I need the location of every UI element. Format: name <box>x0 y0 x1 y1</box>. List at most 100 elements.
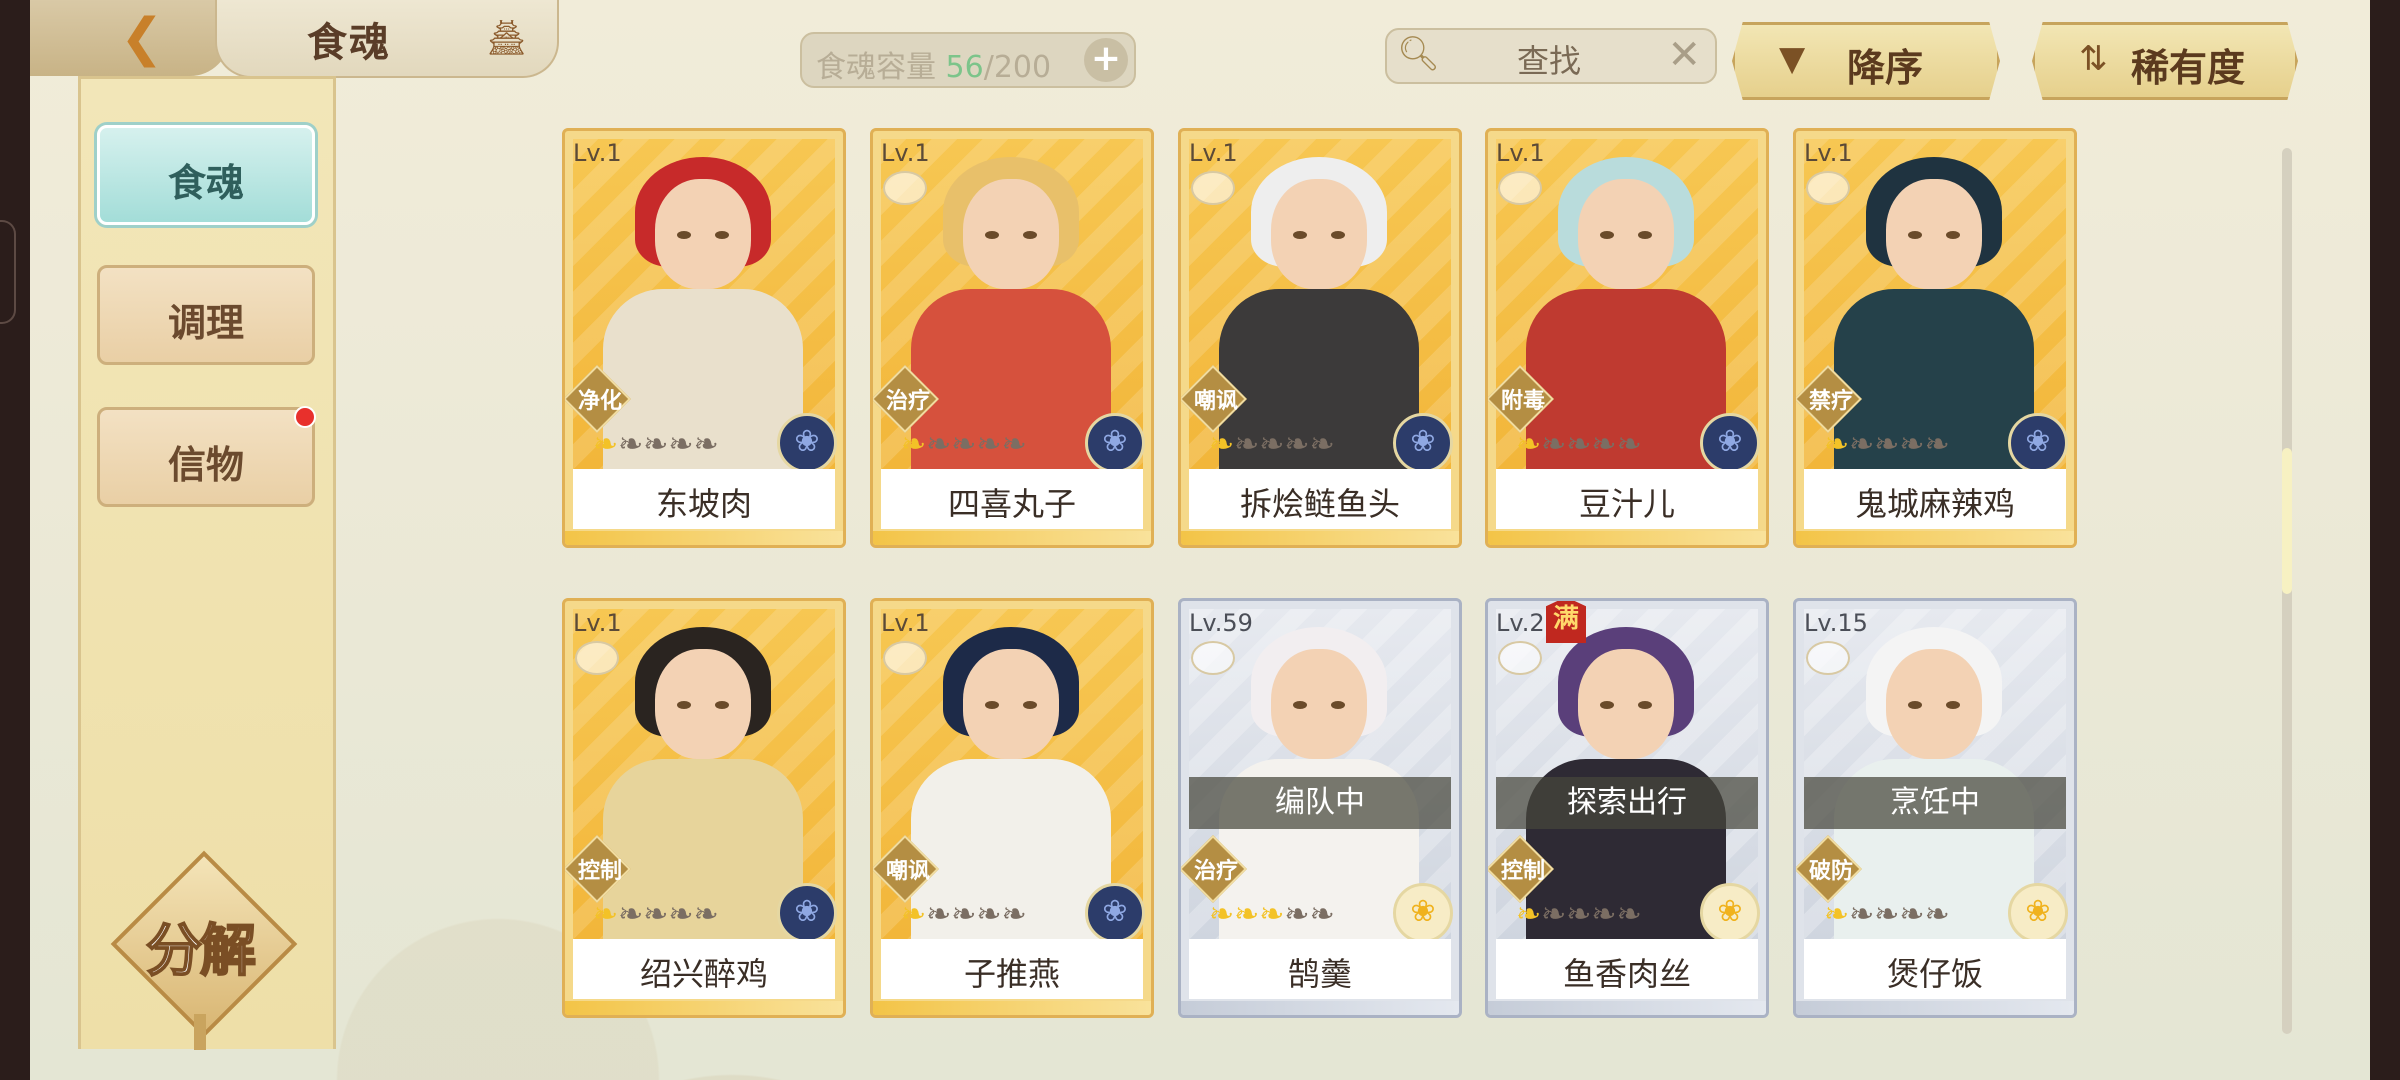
flame-star-filled-icon: ❧ <box>1234 897 1260 932</box>
pagoda-icon[interactable]: 🏯︎ <box>485 18 528 58</box>
nameplate: 东坡肉 <box>573 469 835 529</box>
search-icon: 🔍︎ <box>1397 34 1441 74</box>
role-badge: 控制 <box>1488 835 1554 903</box>
flame-star-filled-icon: ❧ <box>1516 897 1542 932</box>
nameplate: 拆烩鲢鱼头 <box>1189 469 1451 529</box>
flame-star-filled-icon: ❧ <box>1824 427 1850 462</box>
flame-star-empty-icon: ❧ <box>668 427 694 462</box>
food-soul-name: 四喜丸子 <box>947 485 1076 523</box>
sidebar-item-label: 食魂 <box>167 161 244 205</box>
nameplate: 子推燕 <box>881 939 1143 999</box>
flame-star-empty-icon: ❧ <box>1001 897 1027 932</box>
decompose-button[interactable]: 分解 <box>110 850 298 1050</box>
flame-star-empty-icon: ❧ <box>1309 427 1335 462</box>
pet-slot-icon <box>1498 171 1542 205</box>
nameplate: 鱼香肉丝 <box>1496 939 1758 999</box>
flame-star-empty-icon: ❧ <box>1541 427 1567 462</box>
star-rating: ❧❧❧❧❧ <box>1209 897 1335 932</box>
food-soul-card[interactable]: Lv.1 嘲讽 ❧❧❧❧❧ ❀ 拆烩鲢鱼头 <box>1178 128 1462 548</box>
search-placeholder: 查找 <box>1517 42 1582 80</box>
food-soul-card[interactable]: Lv.1 嘲讽 ❧❧❧❧❧ ❀ 子推燕 <box>870 598 1154 1018</box>
flame-star-empty-icon: ❧ <box>618 897 644 932</box>
flame-star-empty-icon: ❧ <box>643 427 669 462</box>
left-bezel <box>0 0 30 1080</box>
flame-star-empty-icon: ❧ <box>618 427 644 462</box>
sidebar-item-tokens[interactable]: 信物 <box>97 406 316 507</box>
flame-star-filled-icon: ❧ <box>593 427 619 462</box>
role-badge: 嘲讽 <box>1181 365 1247 433</box>
level-label: Lv.1 <box>881 609 930 637</box>
flame-star-empty-icon: ❧ <box>693 897 719 932</box>
sidebar-item-food-souls[interactable]: 食魂 <box>97 125 315 225</box>
add-capacity-button[interactable]: + <box>1084 38 1128 82</box>
element-emblem-icon: ❀ <box>2008 883 2068 943</box>
flame-star-empty-icon: ❧ <box>1591 897 1617 932</box>
flame-star-empty-icon: ❧ <box>1591 427 1617 462</box>
role-badge: 嘲讽 <box>873 835 939 903</box>
flame-star-empty-icon: ❧ <box>1309 897 1335 932</box>
pet-slot-icon <box>883 641 927 675</box>
sidebar-item-label: 信物 <box>167 443 244 487</box>
rarity-sort-label: 稀有度 <box>2131 46 2246 90</box>
food-soul-name: 东坡肉 <box>655 485 752 523</box>
sidebar-item-conditioning[interactable]: 调理 <box>97 265 315 365</box>
food-soul-card[interactable]: Lv.1 控制 ❧❧❧❧❧ ❀ 绍兴醉鸡 <box>562 598 846 1018</box>
flame-star-empty-icon: ❧ <box>1541 897 1567 932</box>
element-emblem-icon: ❀ <box>1393 883 1453 943</box>
star-rating: ❧❧❧❧❧ <box>901 427 1027 462</box>
pet-slot-icon <box>575 641 619 675</box>
star-rating: ❧❧❧❧❧ <box>593 897 719 932</box>
back-button[interactable]: ❮ <box>30 0 230 76</box>
notification-dot <box>294 406 316 428</box>
flame-star-filled-icon: ❧ <box>593 897 619 932</box>
flame-star-empty-icon: ❧ <box>1874 897 1900 932</box>
food-soul-name: 子推燕 <box>963 955 1060 993</box>
sidebar-item-label: 调理 <box>167 301 244 345</box>
food-soul-card[interactable]: Lv.20 满探索出行 控制 ❧❧❧❧❧ ❀ 鱼香肉丝 <box>1485 598 1769 1018</box>
role-badge: 破防 <box>1796 835 1862 903</box>
food-soul-card[interactable]: Lv.15 烹饪中 破防 ❧❧❧❧❧ ❀ 煲仔饭 <box>1793 598 2077 1018</box>
right-bezel <box>2370 0 2400 1080</box>
sort-order-button[interactable]: ▼ 降序 <box>1732 22 2000 100</box>
food-soul-name: 煲仔饭 <box>1886 955 1983 993</box>
flame-star-empty-icon: ❧ <box>1899 427 1925 462</box>
flame-star-filled-icon: ❧ <box>901 897 927 932</box>
food-soul-name: 拆烩鲢鱼头 <box>1239 485 1400 523</box>
food-soul-card[interactable]: Lv.1 治疗 ❧❧❧❧❧ ❀ 四喜丸子 <box>870 128 1154 548</box>
pet-slot-icon <box>883 171 927 205</box>
swap-icon: ⇅ <box>2079 39 2108 79</box>
status-banner: 编队中 <box>1189 777 1451 829</box>
star-rating: ❧❧❧❧❧ <box>901 897 1027 932</box>
food-soul-card[interactable]: Lv.1 禁疗 ❧❧❧❧❧ ❀ 鬼城麻辣鸡 <box>1793 128 2077 548</box>
star-rating: ❧❧❧❧❧ <box>1516 427 1642 462</box>
flame-star-filled-icon: ❧ <box>1259 897 1285 932</box>
star-rating: ❧❧❧❧❧ <box>1824 897 1950 932</box>
food-soul-card[interactable]: Lv.1 净化 ❧❧❧❧❧ ❀ 东坡肉 <box>562 128 846 548</box>
role-badge: 治疗 <box>873 365 939 433</box>
flame-star-empty-icon: ❧ <box>1616 427 1642 462</box>
rarity-sort-button[interactable]: ⇅ 稀有度 <box>2032 22 2298 100</box>
food-soul-card[interactable]: Lv.59 编队中 治疗 ❧❧❧❧❧ ❀ 鹄羹 <box>1178 598 1462 1018</box>
capacity-current: 56 <box>945 50 984 85</box>
element-emblem-icon: ❀ <box>1700 883 1760 943</box>
back-arrow-icon: ❮ <box>120 8 164 68</box>
page-title: 食魂 <box>307 20 391 66</box>
clear-icon[interactable]: ✕ <box>1667 32 1701 78</box>
flame-star-empty-icon: ❧ <box>1924 897 1950 932</box>
capacity-total: /200 <box>983 50 1052 85</box>
food-soul-name: 绍兴醉鸡 <box>639 955 768 993</box>
food-soul-name: 鬼城麻辣鸡 <box>1854 485 2015 523</box>
element-emblem-icon: ❀ <box>1700 413 1760 473</box>
nameplate: 绍兴醉鸡 <box>573 939 835 999</box>
food-soul-name: 鹄羹 <box>1287 955 1352 993</box>
scrollbar-thumb[interactable] <box>2282 448 2292 594</box>
flame-star-empty-icon: ❧ <box>926 427 952 462</box>
flame-star-empty-icon: ❧ <box>1234 427 1260 462</box>
nameplate: 鹄羹 <box>1189 939 1451 999</box>
search-input[interactable]: 🔍︎ 查找 ✕ <box>1385 28 1717 84</box>
element-emblem-icon: ❀ <box>777 413 837 473</box>
food-soul-card[interactable]: Lv.1 附毒 ❧❧❧❧❧ ❀ 豆汁儿 <box>1485 128 1769 548</box>
max-badge: 满 <box>1546 601 1586 643</box>
pet-slot-icon <box>1806 171 1850 205</box>
triangle-down-icon: ▼ <box>1779 39 1806 79</box>
